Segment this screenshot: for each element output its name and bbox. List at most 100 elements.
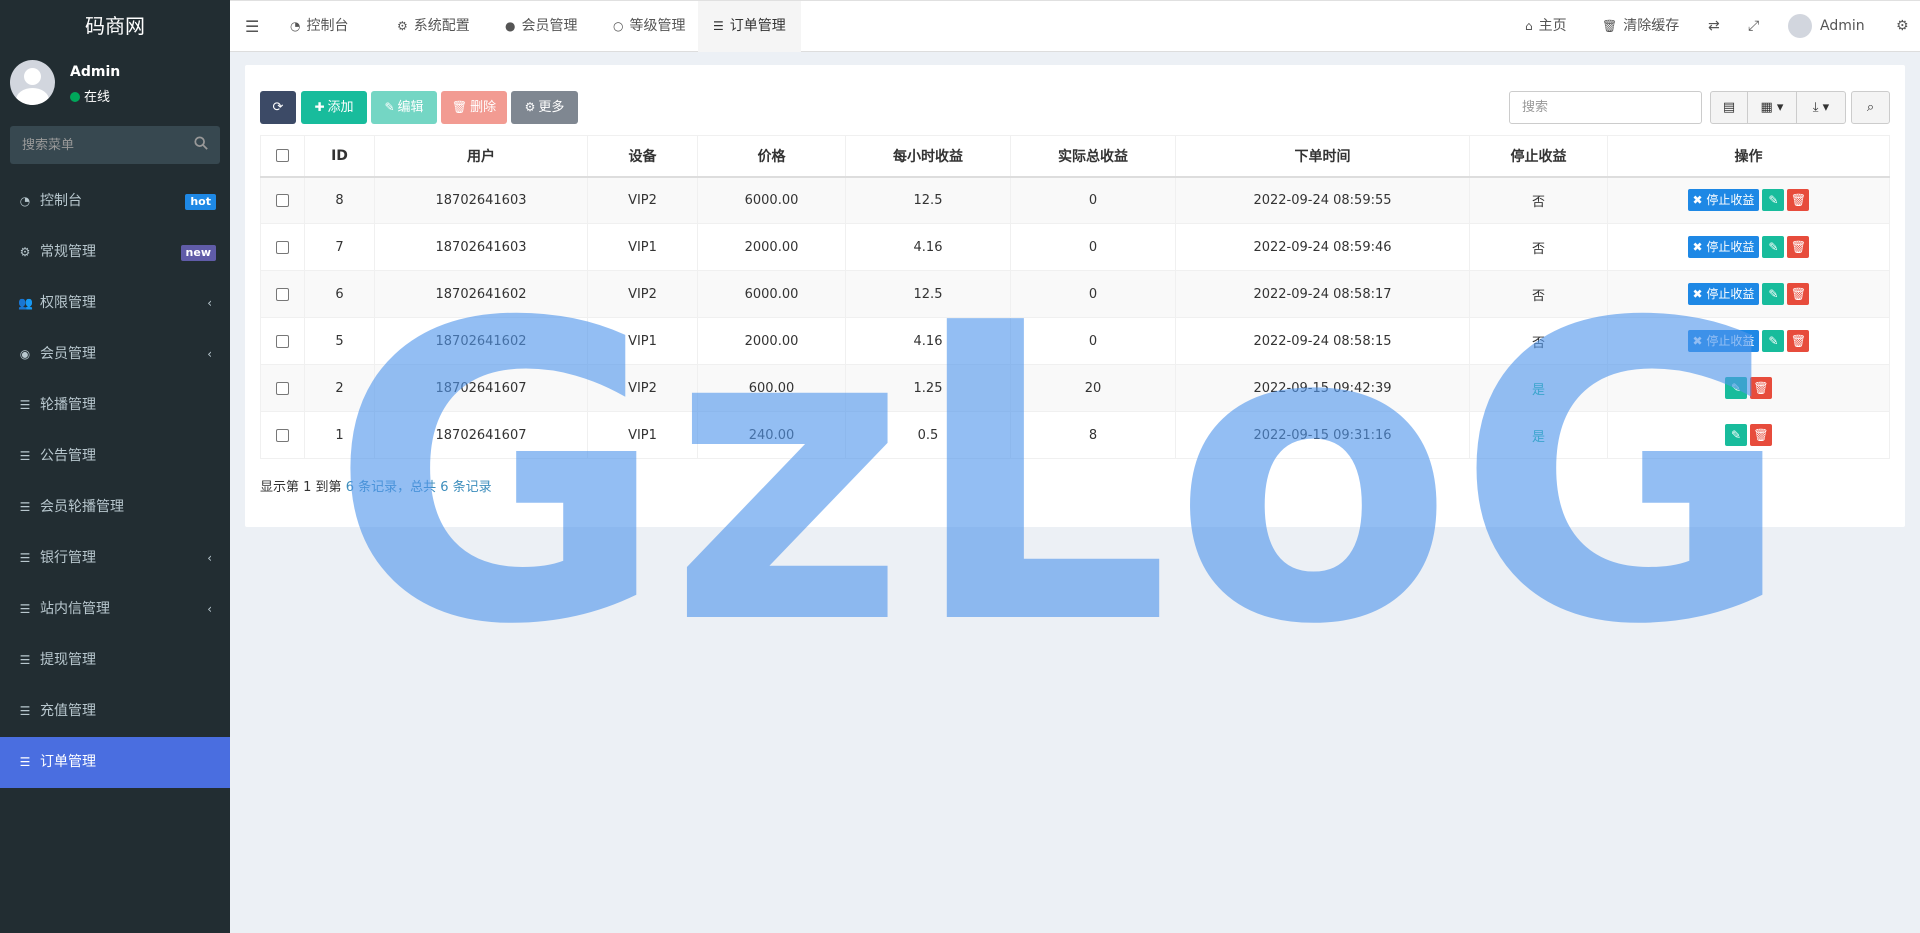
stop-earnings-button[interactable]: ✖ 停止收益 [1687, 330, 1760, 352]
row-edit-button[interactable]: ✎ [1762, 236, 1785, 258]
list-icon: ☰ [19, 704, 31, 718]
sidebar-item-messages[interactable]: ☰ 站内信管理 ‹ [0, 584, 230, 635]
tab-level[interactable]: ○ 等级管理 [603, 1, 695, 52]
table-row[interactable]: 8 18702641603 VIP2 6000.00 12.5 0 2022-09-24 0… [260, 176, 1890, 224]
row-checkbox[interactable] [276, 428, 289, 442]
table-row[interactable]: 1 18702641607 VIP1 240.00 0.5 8 2022-09-15 09:… [260, 411, 1890, 459]
row-select-cell[interactable] [260, 223, 305, 271]
sidebar-item-member[interactable]: ◉ 会员管理 ‹ [0, 329, 230, 380]
tab-system-config[interactable]: ⚙ 系统配置 [387, 1, 480, 52]
stop-earnings-button[interactable]: ✖ 停止收益 [1687, 189, 1760, 212]
sidebar-item-notice[interactable]: ☰ 公告管理 [0, 431, 230, 482]
sidebar-item-label: 提现管理 [40, 652, 96, 668]
cell-stopped: 是 [1469, 364, 1608, 412]
menu-search-input[interactable] [10, 126, 220, 164]
row-select-cell[interactable] [260, 270, 305, 318]
refresh-button[interactable]: ⟳ [260, 91, 296, 124]
sidebar-item-dashboard[interactable]: ◔ 控制台 hot [0, 176, 230, 227]
table-row[interactable]: 7 18702641603 VIP1 2000.00 4.16 0 2022-09-24 0… [260, 223, 1890, 271]
app-logo[interactable]: 码商网 [0, 0, 230, 52]
col-stopped[interactable]: 停止收益 [1469, 135, 1608, 178]
row-delete-button[interactable]: 🗑 [1787, 330, 1810, 352]
row-checkbox[interactable] [276, 334, 289, 348]
home-link[interactable]: ⌂ 主页 [1515, 1, 1577, 52]
row-select-cell[interactable] [260, 317, 305, 365]
columns-button[interactable]: ▦ ▾ [1747, 91, 1797, 124]
toggle-view-button[interactable]: ▤ [1710, 91, 1748, 124]
orders-table: ID 用户 设备 价格 每小时收益 实际总收益 下单时间 停止收益 操作 8 18… [260, 135, 1890, 459]
stop-earnings-label: 停止收益 [1706, 240, 1755, 254]
list-icon: ☰ [713, 19, 724, 33]
search-icon[interactable] [194, 136, 208, 150]
table-search-input[interactable] [1509, 91, 1702, 124]
select-all-checkbox[interactable] [276, 149, 289, 163]
row-checkbox[interactable] [276, 193, 289, 207]
table-row[interactable]: 5 18702641602 VIP1 2000.00 4.16 0 2022-09-24 0… [260, 317, 1890, 365]
row-edit-button[interactable]: ✎ [1762, 330, 1785, 352]
user-circle-icon: ◉ [19, 347, 31, 361]
sidebar-item-orders[interactable]: ☰ 订单管理 [0, 737, 230, 788]
cell-time: 2022-09-24 08:58:17 [1175, 270, 1470, 318]
fullscreen-icon[interactable]: ⤢ [1738, 1, 1769, 52]
col-price[interactable]: 价格 [697, 135, 846, 178]
col-device[interactable]: 设备 [587, 135, 698, 178]
cell-device: VIP1 [587, 317, 698, 365]
col-hourly[interactable]: 每小时收益 [845, 135, 1011, 178]
translate-icon[interactable]: ⇄ [1698, 1, 1730, 52]
export-button[interactable]: ⤓ ▾ [1796, 91, 1846, 124]
table-row[interactable]: 2 18702641607 VIP2 600.00 1.25 20 2022-09-15 0… [260, 364, 1890, 412]
sidebar-item-permission[interactable]: 👥 权限管理 ‹ [0, 278, 230, 329]
col-user[interactable]: 用户 [374, 135, 588, 178]
table-row[interactable]: 6 18702641602 VIP2 6000.00 12.5 0 2022-09-24 0… [260, 270, 1890, 318]
row-select-cell[interactable] [260, 176, 305, 224]
tab-dashboard[interactable]: ◔ 控制台 [280, 1, 358, 52]
stop-earnings-button[interactable]: ✖ 停止收益 [1687, 283, 1760, 305]
col-total[interactable]: 实际总收益 [1010, 135, 1176, 178]
sidebar-toggle-icon[interactable]: ☰ [235, 1, 269, 52]
sidebar-item-member-carousel[interactable]: ☰ 会员轮播管理 [0, 482, 230, 533]
stop-earnings-button[interactable]: ✖ 停止收益 [1687, 236, 1760, 258]
row-checkbox[interactable] [276, 240, 289, 254]
tab-label: 订单管理 [729, 18, 786, 34]
row-delete-button[interactable]: 🗑 [1750, 424, 1772, 446]
select-all-cell[interactable] [260, 135, 305, 178]
pencil-icon: ✎ [1768, 240, 1779, 254]
row-delete-button[interactable]: 🗑 [1787, 189, 1810, 212]
sidebar-item-recharge[interactable]: ☰ 充值管理 [0, 686, 230, 737]
settings-gear-icon[interactable]: ⚙ [1886, 1, 1919, 52]
row-edit-button[interactable]: ✎ [1725, 424, 1747, 446]
clear-cache-link[interactable]: 🗑 清除缓存 [1592, 1, 1689, 52]
col-time[interactable]: 下单时间 [1175, 135, 1470, 178]
row-edit-button[interactable]: ✎ [1725, 377, 1747, 399]
advanced-search-button[interactable]: ⌕ [1851, 91, 1890, 124]
sidebar-item-general[interactable]: ⚙ 常规管理 new [0, 227, 230, 278]
add-button[interactable]: ✚ 添加 [301, 91, 367, 124]
sidebar-item-label: 权限管理 [40, 295, 96, 311]
row-checkbox[interactable] [276, 381, 289, 395]
sidebar-item-bank[interactable]: ☰ 银行管理 ‹ [0, 533, 230, 584]
user-status-label: 在线 [84, 90, 111, 105]
tab-orders[interactable]: ☰ 订单管理 [698, 1, 801, 52]
tab-label: 系统配置 [413, 18, 470, 34]
sidebar-item-carousel[interactable]: ☰ 轮播管理 [0, 380, 230, 431]
cell-total: 0 [1010, 176, 1176, 224]
list-icon: ☰ [19, 755, 31, 769]
row-checkbox[interactable] [276, 287, 289, 301]
row-edit-button[interactable]: ✎ [1762, 283, 1785, 305]
row-delete-button[interactable]: 🗑 [1787, 236, 1810, 258]
delete-button[interactable]: 🗑 删除 [441, 91, 507, 124]
edit-button[interactable]: ✎ 编辑 [371, 91, 437, 124]
row-edit-button[interactable]: ✎ [1762, 189, 1785, 212]
col-id[interactable]: ID [304, 135, 375, 178]
tab-member[interactable]: ● 会员管理 [495, 1, 587, 52]
trash-icon: 🗑 [1790, 193, 1807, 208]
more-button[interactable]: ⚙ 更多 [511, 91, 578, 124]
row-select-cell[interactable] [260, 411, 305, 459]
row-delete-button[interactable]: 🗑 [1750, 377, 1772, 399]
row-delete-button[interactable]: 🗑 [1787, 283, 1810, 305]
row-select-cell[interactable] [260, 364, 305, 412]
admin-menu[interactable]: Admin [1778, 1, 1875, 52]
sidebar-item-withdraw[interactable]: ☰ 提现管理 [0, 635, 230, 686]
cell-time: 2022-09-15 09:31:16 [1175, 411, 1470, 459]
user-panel: Admin 在线 [0, 52, 230, 118]
